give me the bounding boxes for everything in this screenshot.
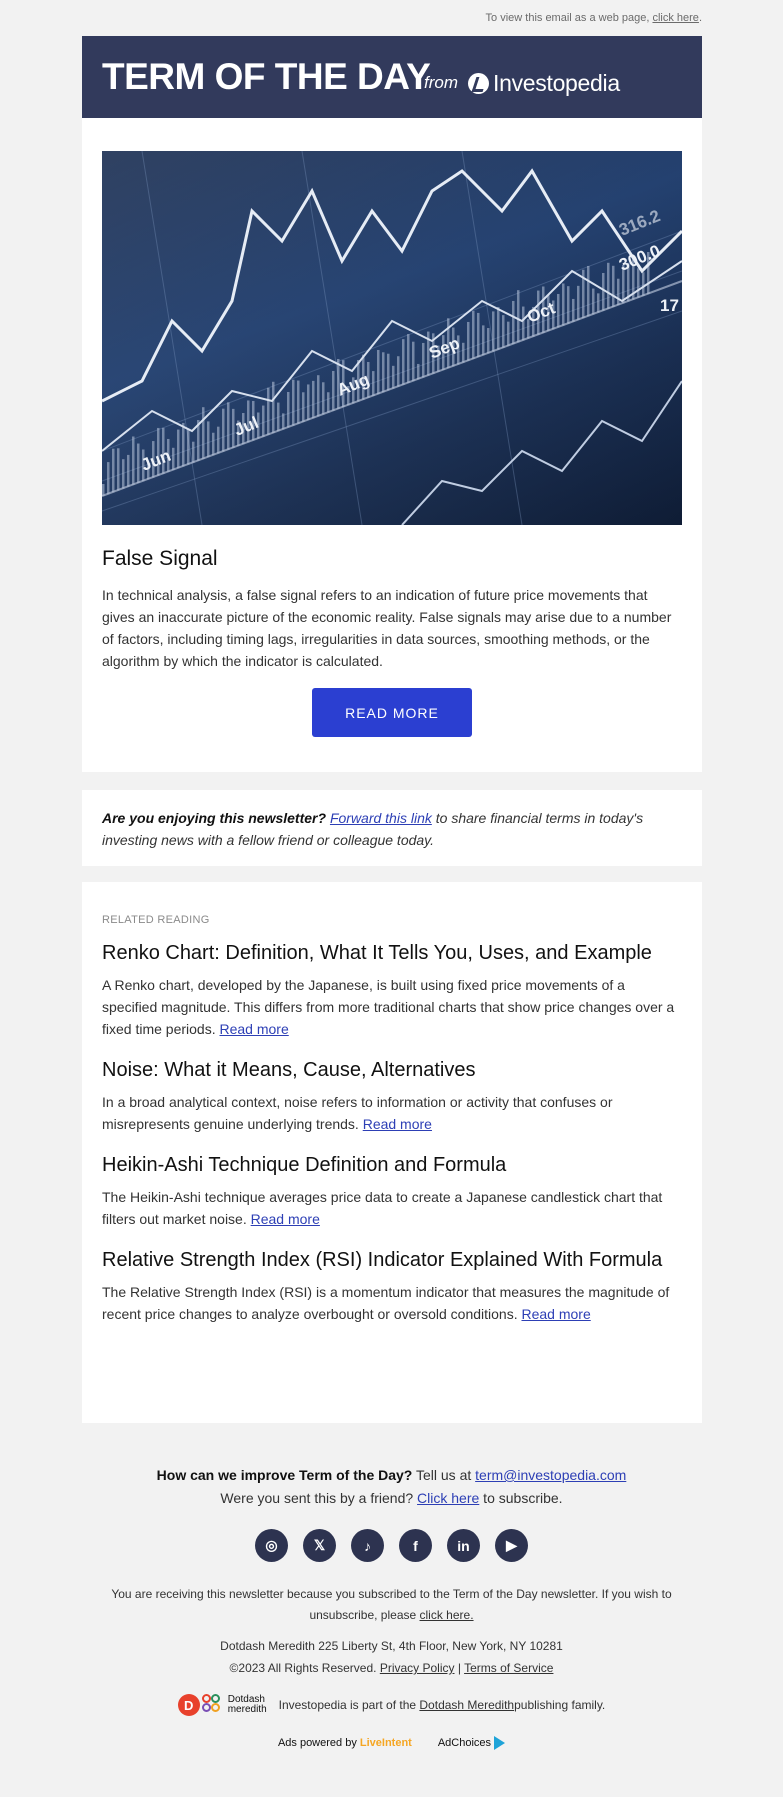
adchoices-icon — [494, 1736, 506, 1750]
related-read-more-link[interactable]: Read more — [363, 1116, 432, 1132]
meredith-m-icon — [201, 1694, 224, 1716]
forward-link[interactable]: Forward this link — [330, 810, 432, 826]
related-item: Renko Chart: Definition, What It Tells Y… — [102, 940, 682, 1040]
subscribe-text: Were you sent this by a friend? — [220, 1490, 418, 1506]
related-item: Relative Strength Index (RSI) Indicator … — [102, 1247, 682, 1325]
related-reading: RELATED READING Renko Chart: Definition,… — [82, 882, 702, 1423]
feedback-line: How can we improve Term of the Day? Tell… — [0, 1464, 783, 1487]
share-banner: Are you enjoying this newsletter? Forwar… — [82, 790, 702, 866]
subscribe-link[interactable]: Click here — [417, 1490, 479, 1506]
dotdash-meredith-link[interactable]: Dotdash Meredith — [419, 1698, 514, 1712]
hero-image[interactable]: Jun Jul Aug Sep Oct 300.0 316.2 17 — [102, 151, 682, 525]
adchoices-text: AdChoices — [437, 1736, 492, 1749]
unsubscribe-text: You are receiving this newsletter becaus… — [111, 1587, 672, 1622]
related-item: Noise: What it Means, Cause, Alternative… — [102, 1057, 682, 1135]
terms-of-service-link[interactable]: Terms of Service — [464, 1661, 553, 1675]
related-read-more-link[interactable]: Read more — [220, 1021, 289, 1037]
company-info: Dotdash Meredith 225 Liberty St, 4th Flo… — [0, 1635, 783, 1679]
newsletter-title: TERM OF THE DAY — [102, 56, 431, 97]
related-kicker: RELATED READING — [102, 914, 210, 926]
family-text: Investopedia is part of the — [278, 1698, 417, 1712]
feedback-question: How can we improve Term of the Day? — [156, 1467, 413, 1483]
related-read-more-link[interactable]: Read more — [521, 1306, 590, 1322]
liveintent-logo: LiveIntent — [359, 1737, 412, 1749]
term-title: False Signal — [102, 547, 218, 570]
investopedia-logo[interactable]: Investopedia — [468, 70, 620, 97]
dotdash-meredith-wordmark: Dotdash meredith — [228, 1695, 267, 1715]
related-title[interactable]: Relative Strength Index (RSI) Indicator … — [102, 1247, 682, 1273]
related-title[interactable]: Renko Chart: Definition, What It Tells Y… — [102, 940, 682, 966]
dm-wordmark-line2: meredith — [227, 1704, 267, 1715]
from-label: from — [424, 73, 458, 92]
link-separator: | — [454, 1661, 465, 1675]
chart-label-17: 17 — [660, 296, 679, 315]
unsubscribe-link[interactable]: click here. — [420, 1608, 474, 1622]
x-icon[interactable]: 𝕏 — [303, 1529, 336, 1562]
ads-attribution: Ads powered by LiveIntent AdChoices — [0, 1736, 783, 1750]
ads-powered-by[interactable]: Ads powered by LiveIntent — [278, 1737, 412, 1749]
linkedin-icon[interactable]: in — [447, 1529, 480, 1562]
social-links: ◎ 𝕏 ♪ f in ▶ — [0, 1529, 783, 1562]
copyright-line: ©2023 All Rights Reserved. Privacy Polic… — [0, 1657, 783, 1679]
term-definition: In technical analysis, a false signal re… — [102, 587, 672, 669]
related-body: A Renko chart, developed by the Japanese… — [102, 977, 675, 1037]
webview-text: To view this email as a web page, — [485, 12, 650, 24]
webview-link[interactable]: click here — [652, 12, 698, 24]
related-body: In a broad analytical context, noise ref… — [102, 1094, 613, 1132]
header-banner: TERM OF THE DAY from Investopedia — [82, 36, 702, 118]
read-more-button[interactable]: READ MORE — [312, 688, 472, 737]
adchoices-link[interactable]: AdChoices — [437, 1736, 506, 1750]
investopedia-mark-icon — [468, 73, 489, 94]
featured-term: Jun Jul Aug Sep Oct 300.0 316.2 17 False… — [82, 118, 702, 772]
tiktok-icon[interactable]: ♪ — [351, 1529, 384, 1562]
publishing-family: D Dotdash meredith Investopedia is part o… — [0, 1694, 783, 1716]
webview-bar: To view this email as a web page, click … — [0, 0, 783, 36]
dotdash-meredith-logo[interactable]: D Dotdash meredith — [177, 1694, 267, 1716]
copyright-text: ©2023 All Rights Reserved. — [229, 1661, 380, 1675]
footer: How can we improve Term of the Day? Tell… — [0, 1423, 783, 1750]
feedback-email-link[interactable]: term@investopedia.com — [475, 1467, 626, 1483]
family-suffix: publishing family. — [514, 1698, 606, 1712]
unsubscribe-notice: You are receiving this newsletter becaus… — [97, 1584, 687, 1626]
share-question: Are you enjoying this newsletter? — [102, 810, 327, 826]
privacy-policy-link[interactable]: Privacy Policy — [380, 1661, 455, 1675]
related-title[interactable]: Noise: What it Means, Cause, Alternative… — [102, 1057, 682, 1083]
dotdash-d-icon: D — [177, 1694, 200, 1716]
brand-name: Investopedia — [493, 70, 620, 96]
main-card: TERM OF THE DAY from Investopedia Jun Ju… — [82, 36, 702, 772]
company-address: Dotdash Meredith 225 Liberty St, 4th Flo… — [220, 1639, 563, 1653]
instagram-icon[interactable]: ◎ — [255, 1529, 288, 1562]
ads-text: Ads powered by — [277, 1737, 357, 1749]
related-body: The Heikin-Ashi technique averages price… — [102, 1189, 663, 1227]
webview-suffix: . — [698, 12, 702, 24]
related-read-more-link[interactable]: Read more — [251, 1211, 320, 1227]
youtube-icon[interactable]: ▶ — [495, 1529, 528, 1562]
related-title[interactable]: Heikin-Ashi Technique Definition and For… — [102, 1152, 682, 1178]
facebook-icon[interactable]: f — [399, 1529, 432, 1562]
subscribe-suffix: to subscribe. — [479, 1490, 563, 1506]
subscribe-line: Were you sent this by a friend? Click he… — [0, 1487, 783, 1510]
related-item: Heikin-Ashi Technique Definition and For… — [102, 1152, 682, 1230]
feedback-text: Tell us at — [412, 1467, 476, 1483]
